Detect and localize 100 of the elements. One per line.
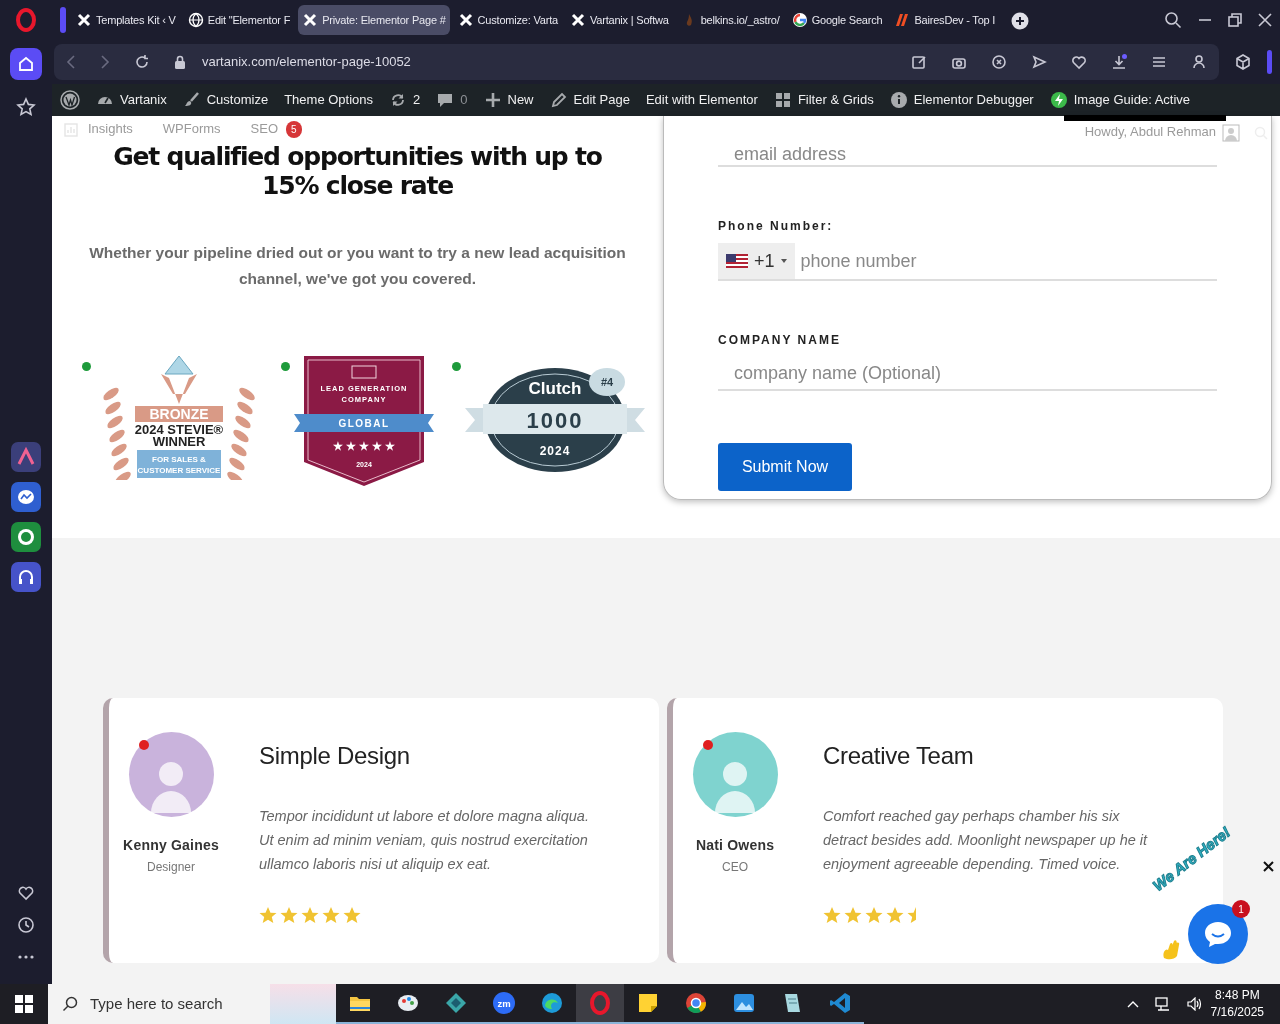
marker-dot: [281, 362, 290, 371]
ring-logo-icon: [684, 991, 708, 1015]
star-icon: [844, 906, 862, 924]
admin-menu-item[interactable]: Elementor Debugger: [889, 90, 1034, 110]
home-button[interactable]: [10, 48, 42, 80]
chevron-up-icon[interactable]: [1126, 1000, 1139, 1008]
lock-icon: [174, 55, 186, 69]
cube-icon[interactable]: [1235, 54, 1251, 70]
admin-menu-item[interactable]: Customize: [182, 90, 269, 110]
triangle-app-button[interactable]: [11, 442, 41, 472]
search-icon[interactable]: [1164, 11, 1182, 29]
windows-start-icon[interactable]: [15, 995, 33, 1013]
flag-icon: [726, 254, 748, 268]
home-icon: [17, 55, 35, 73]
chat-bubble-button[interactable]: [11, 482, 41, 512]
bolt-icon: [1049, 91, 1068, 109]
more-icon[interactable]: [17, 953, 35, 960]
leaf-logo-icon: [894, 12, 911, 28]
headphones-button[interactable]: [11, 562, 41, 592]
star-icon: [301, 906, 319, 924]
brush-icon: [182, 91, 201, 109]
browser-tab[interactable]: Google Search: [787, 5, 887, 35]
ring-logo-icon: [791, 12, 808, 28]
admin-menu-item[interactable]: 2: [389, 90, 421, 110]
edit-note-icon[interactable]: [911, 54, 927, 70]
browser-tab[interactable]: BairesDev - Top I: [890, 5, 1000, 35]
diamond-icon: [444, 991, 468, 1015]
download-icon[interactable]: [1111, 54, 1127, 70]
person-silhouette-icon: [714, 761, 755, 813]
sticky-note-icon: [636, 991, 660, 1015]
person-name: Kenny Gaines: [123, 836, 219, 855]
reload-icon[interactable]: [134, 54, 150, 70]
submit-button[interactable]: Submit Now: [718, 443, 852, 491]
star-icon: [823, 906, 841, 924]
search-highlight-picture: [270, 984, 336, 1024]
star-icon: [343, 906, 361, 924]
testimonial-quote: Tempor incididunt ut labore et dolore magna aliqua. Ut enim ad minim veniam, quis nostrud exercitation ullamco laboris nisi ut aliquip ex eat.: [259, 807, 589, 874]
code-editor-icon: [828, 991, 852, 1015]
sliders-icon[interactable]: [1151, 54, 1167, 70]
person-role: Designer: [147, 859, 195, 876]
admin-menu-item[interactable]: Image Guide: Active: [1049, 90, 1191, 110]
admin-menu-item[interactable]: Vartanix: [96, 90, 167, 110]
star-icon: [259, 906, 277, 924]
caret-icon: [780, 259, 787, 263]
field-label: COMPANY NAME: [718, 332, 842, 349]
marker-dot: [138, 740, 149, 750]
globe-icon: [187, 12, 204, 28]
pencil-icon: [549, 91, 568, 109]
close-icon[interactable]: [1263, 861, 1274, 873]
admin-menu-item[interactable]: Filter & Grids: [773, 90, 874, 110]
back-icon[interactable]: [66, 55, 76, 69]
ring-logo-icon: [588, 991, 612, 1015]
browser-tab[interactable]: Private: Elementor Page #: [298, 5, 450, 35]
star-icon: [280, 906, 298, 924]
browser-tab[interactable]: Templates Kit ‹ V: [72, 5, 180, 35]
heart-icon[interactable]: [1071, 54, 1087, 70]
phone-bubble-button[interactable]: [11, 522, 41, 552]
admin-menu-item[interactable]: 0: [436, 90, 468, 110]
cross-logo-icon: [302, 12, 319, 28]
shield-x-icon[interactable]: [991, 54, 1007, 70]
new-tab-icon[interactable]: [1011, 11, 1030, 30]
admin-menu-item[interactable]: New: [483, 90, 534, 110]
address-bar[interactable]: vartanix.com/elementor-page-10052: [54, 44, 1219, 80]
comment-icon: [436, 91, 455, 109]
volume-icon[interactable]: [1186, 997, 1203, 1011]
star-icon: [322, 906, 340, 924]
ring-logo-icon[interactable]: [15, 8, 37, 32]
person-icon[interactable]: [1191, 54, 1207, 70]
admin-menu-item[interactable]: Theme Options: [284, 90, 374, 110]
logo-menu[interactable]: [60, 90, 80, 110]
browser-tab[interactable]: Edit "Elementor F: [183, 5, 295, 35]
person-role: CEO: [722, 859, 748, 876]
chat-bubble-icon: [1202, 919, 1234, 949]
browser-tab[interactable]: Vartanix | Softwa: [565, 5, 673, 35]
admin-menu-item[interactable]: Edit with Elementor: [645, 90, 758, 110]
wave-logo-icon: [540, 991, 564, 1015]
clock-icon[interactable]: [17, 915, 35, 934]
browser-tab[interactable]: Customize: Varta: [453, 5, 562, 35]
cross-logo-icon: [457, 12, 474, 28]
send-icon[interactable]: [1031, 54, 1047, 70]
star-icon: [865, 906, 883, 924]
photos-icon: [732, 991, 756, 1015]
marker-dot: [702, 740, 713, 750]
taskbar-app[interactable]: zm: [480, 984, 528, 1024]
star-icon[interactable]: [16, 96, 36, 117]
clock[interactable]: 8:48 PM 7/16/2025: [1210, 987, 1264, 1021]
testimonial-title: Creative Team: [823, 741, 975, 771]
network-icon[interactable]: [1154, 997, 1171, 1011]
admin-menu-item[interactable]: Edit Page: [549, 90, 630, 110]
person-name: Nati Owens: [695, 836, 775, 855]
wordpress-logo-icon: [60, 90, 80, 110]
restore-icon[interactable]: [1228, 13, 1242, 27]
marker-dot: [452, 362, 461, 371]
taskbar-search-field[interactable]: Type here to search: [48, 984, 336, 1024]
country-code-selector[interactable]: +1: [718, 243, 795, 281]
input-field[interactable]: email address: [718, 144, 1217, 167]
testimonial-title: Simple Design: [259, 741, 411, 771]
forward-icon[interactable]: [100, 55, 110, 69]
sidebar-toggle[interactable]: [1267, 50, 1272, 74]
browser-tab[interactable]: belkins.io/_astro/: [676, 5, 784, 35]
